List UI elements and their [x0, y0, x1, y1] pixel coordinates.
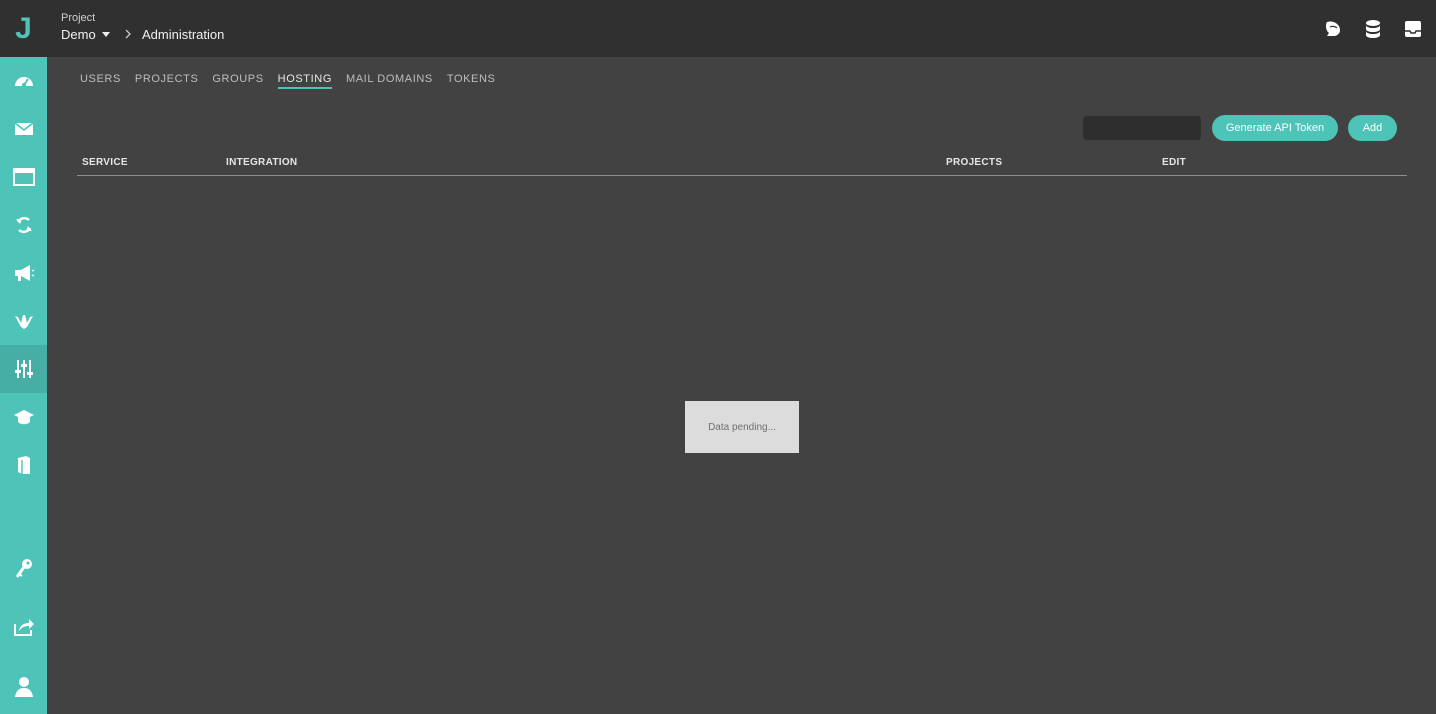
generate-api-token-button[interactable]: Generate API Token [1212, 115, 1338, 141]
chevron-right-icon [125, 29, 131, 39]
tab-users[interactable]: USERS [80, 73, 121, 89]
sidebar-item-administration[interactable] [0, 345, 47, 393]
megaphone-icon [14, 265, 34, 281]
tab-tokens[interactable]: TOKENS [447, 73, 496, 89]
mail-icon [14, 122, 33, 135]
column-header-edit[interactable]: EDIT [1162, 157, 1186, 168]
sidebar-item-partners[interactable] [0, 297, 47, 345]
table-header: SERVICE INTEGRATION PROJECTS EDIT [77, 150, 1407, 176]
project-name: Demo [61, 27, 96, 42]
sidebar-item-learning[interactable] [0, 393, 47, 441]
database-icon[interactable] [1362, 18, 1384, 40]
sliders-icon [14, 360, 33, 378]
sidebar-item-browser[interactable] [0, 153, 47, 201]
project-label: Project [61, 12, 96, 24]
data-pending-indicator: Data pending... [685, 401, 799, 453]
top-bar: J Project Demo Administration [0, 0, 1436, 57]
tab-mail-domains[interactable]: MAIL DOMAINS [346, 73, 433, 89]
chat-bubble-icon[interactable] [1322, 18, 1344, 40]
sidebar-item-share[interactable] [0, 603, 47, 651]
sync-icon [15, 217, 32, 233]
user-icon [14, 677, 33, 697]
sidebar-item-sync[interactable] [0, 201, 47, 249]
admin-tabs: USERS PROJECTS GROUPS HOSTING MAIL DOMAI… [80, 73, 495, 89]
book-icon [17, 456, 30, 474]
tab-projects[interactable]: PROJECTS [135, 73, 198, 89]
browser-window-icon [12, 168, 35, 186]
key-icon [15, 559, 32, 578]
caret-down-icon [101, 32, 110, 37]
tab-hosting[interactable]: HOSTING [277, 73, 332, 89]
top-right-icons [1322, 18, 1424, 40]
sidebar-item-campaigns[interactable] [0, 249, 47, 297]
search-input[interactable] [1083, 116, 1201, 140]
sidebar-item-profile[interactable] [0, 663, 47, 711]
inbox-icon[interactable] [1402, 18, 1424, 40]
column-header-projects[interactable]: PROJECTS [946, 157, 1002, 168]
dashboard-icon [14, 77, 33, 87]
project-switcher: Project Demo [61, 11, 110, 42]
handshake-icon [14, 315, 33, 329]
sidebar [0, 57, 47, 714]
tab-groups[interactable]: GROUPS [212, 73, 263, 89]
add-button[interactable]: Add [1348, 115, 1397, 141]
project-dropdown[interactable]: Demo [61, 27, 110, 42]
column-header-service[interactable]: SERVICE [82, 157, 128, 168]
sidebar-item-keys[interactable] [0, 545, 47, 593]
share-icon [13, 619, 34, 636]
sidebar-item-documentation[interactable] [0, 441, 47, 489]
breadcrumb-current-page: Administration [142, 27, 225, 42]
sidebar-item-dashboard[interactable] [0, 57, 47, 105]
sidebar-item-mail[interactable] [0, 105, 47, 153]
app-logo[interactable]: J [0, 0, 47, 57]
graduation-cap-icon [13, 410, 34, 425]
column-header-integration[interactable]: INTEGRATION [226, 157, 297, 168]
